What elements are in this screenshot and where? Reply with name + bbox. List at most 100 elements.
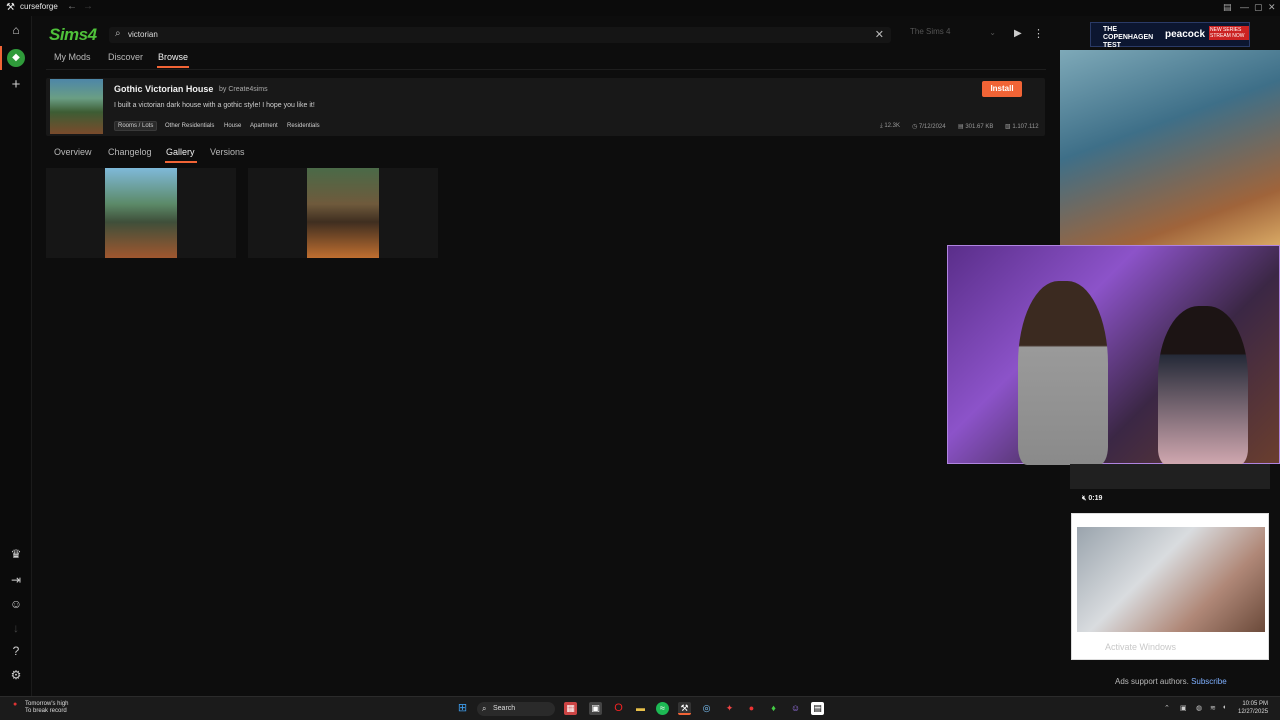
tab-discover[interactable]: Discover	[108, 52, 143, 62]
tab-gallery[interactable]: Gallery	[166, 147, 195, 157]
search-icon: ⌕	[115, 28, 121, 39]
download-count: ⤓ 12.3K	[880, 123, 901, 129]
active-indicator	[0, 46, 2, 70]
tab-my-mods[interactable]: My Mods	[54, 52, 91, 62]
system-clock[interactable]: 10:05 PM 12/27/2025	[1238, 700, 1268, 716]
gallery-image[interactable]	[307, 168, 379, 258]
discord-taskbar-icon[interactable]: ☺	[789, 702, 802, 715]
gallery-image[interactable]	[105, 168, 177, 258]
clear-search-icon[interactable]: ✕	[875, 28, 884, 41]
volume-icon[interactable]: ◖	[1222, 704, 1226, 711]
sims4-logo: Sims4	[49, 25, 97, 44]
taskbar-search[interactable]: ⌕ Search	[477, 702, 555, 716]
mute-icon[interactable]: 🔇︎	[1082, 495, 1086, 502]
clock-time: 10:05 PM	[1242, 701, 1269, 707]
minimize-button[interactable]: —	[1240, 2, 1249, 12]
weather-alert-icon: ●	[13, 701, 18, 708]
play-icon[interactable]: ▶	[1014, 28, 1022, 39]
clock-date: 12/27/2025	[1238, 709, 1269, 715]
weather-subtitle: To break record	[25, 708, 67, 714]
category-tag[interactable]: Apartment	[247, 121, 281, 131]
tab-changelog[interactable]: Changelog	[108, 147, 152, 157]
search-value: victorian	[128, 30, 158, 39]
app-icon[interactable]: ✦	[723, 702, 736, 715]
mic-icon[interactable]: ◍	[1196, 704, 1202, 712]
project-thumbnail[interactable]	[50, 79, 103, 134]
tab-browse[interactable]: Browse	[158, 52, 188, 62]
left-rail: ⌂ ◆ + ♛ ⇥ ☺ ↓ ? ⚙	[0, 16, 32, 696]
tab-versions[interactable]: Versions	[210, 147, 245, 157]
app-icon[interactable]: ▤	[811, 702, 824, 715]
crown-icon[interactable]: ♛	[8, 546, 24, 562]
title-bar: ⚒ curseforge ← → ▤ — ▢ ✕	[0, 0, 1280, 16]
video-time-value: 0:19	[1088, 495, 1103, 502]
tray-chevron-icon[interactable]: ⌃	[1164, 704, 1170, 712]
close-button[interactable]: ✕	[1268, 2, 1276, 13]
app-icon[interactable]: ▣	[589, 702, 602, 715]
app-icon[interactable]: ●	[745, 702, 758, 715]
curseforge-taskbar-icon[interactable]: ⚒	[678, 702, 691, 715]
download-count-value: 12.3K	[884, 123, 901, 129]
forward-arrow-icon[interactable]: →	[83, 1, 93, 12]
maximize-button[interactable]: ▢	[1254, 2, 1263, 13]
taskbar-search-label: Search	[493, 705, 516, 712]
ads-support-label: Ads support authors.	[1115, 677, 1189, 686]
search-input[interactable]: ⌕ victorian ✕	[109, 27, 891, 43]
subscribe-link[interactable]: Subscribe	[1191, 677, 1227, 686]
chevron-down-icon: ⌄	[989, 28, 996, 37]
discord-icon[interactable]: ☺	[8, 596, 24, 612]
windows-taskbar: ● Tomorrow's high To break record ⊞ ⌕ Se…	[0, 696, 1280, 720]
project-description: I built a victorian dark house with a go…	[114, 102, 315, 109]
category-tag[interactable]: Residentials	[284, 121, 323, 131]
app-icon[interactable]: ▦	[564, 702, 577, 715]
game-select-label: The Sims 4	[910, 27, 951, 36]
guest-person	[1158, 306, 1248, 465]
streamer-person	[1018, 281, 1108, 465]
ad-scene-image	[1060, 50, 1280, 245]
weather-title: Tomorrow's high	[25, 701, 69, 707]
login-icon[interactable]: ⇥	[8, 572, 24, 588]
ad-title: THE COPENHAGEN TEST	[1103, 26, 1154, 49]
ad-badge: NEW SERIES STREAM NOW	[1209, 26, 1249, 40]
project-title[interactable]: Gothic Victorian House	[114, 84, 213, 94]
gallery-item[interactable]	[248, 168, 438, 258]
file-size: ▤ 301.67 KB	[958, 124, 994, 130]
tab-active-underline	[157, 66, 189, 68]
back-arrow-icon[interactable]: ←	[67, 1, 77, 12]
tab-overview[interactable]: Overview	[54, 147, 92, 157]
webcam-overlay	[947, 245, 1280, 465]
windows-start-icon[interactable]: ⊞	[456, 702, 469, 715]
opera-icon[interactable]: O	[612, 702, 625, 715]
category-tag[interactable]: Rooms / Lots	[114, 121, 158, 131]
ads-support-text: Ads support authors. Subscribe	[1115, 677, 1227, 686]
help-icon[interactable]: ?	[8, 643, 24, 659]
right-panel: THE COPENHAGEN TEST peacock NEW SERIES S…	[947, 16, 1280, 696]
video-ad[interactable]: Activate Windows	[1071, 513, 1269, 660]
spotify-icon[interactable]: ≈	[656, 702, 669, 715]
home-icon[interactable]: ⌂	[8, 22, 24, 38]
tray-icon[interactable]: ▣	[1180, 704, 1187, 712]
install-button[interactable]: Install	[982, 81, 1022, 97]
project-author[interactable]: by Create4sims	[219, 86, 268, 93]
sims-taskbar-icon[interactable]: ♦	[767, 702, 780, 715]
file-explorer-icon[interactable]: ▬	[634, 702, 647, 715]
main-area: Sims4 ⌕ victorian ✕ The Sims 4 ⌄ ▶ ⋮ My …	[33, 16, 1060, 696]
ad-banner[interactable]: THE COPENHAGEN TEST peacock NEW SERIES S…	[1090, 22, 1250, 49]
video-ad-image[interactable]	[1077, 527, 1265, 632]
steam-icon[interactable]: ◎	[700, 702, 713, 715]
game-select[interactable]: The Sims 4 ⌄	[910, 27, 1002, 43]
add-game-icon[interactable]: +	[8, 77, 24, 93]
sims4-game-icon[interactable]: ◆	[7, 49, 25, 67]
download-icon[interactable]: ↓	[8, 620, 24, 636]
category-tag[interactable]: Other Residentials	[162, 121, 217, 131]
settings-gear-icon[interactable]: ⚙	[8, 667, 24, 683]
category-tag[interactable]: House	[221, 121, 244, 131]
game-version: ▧ 1.107.112	[1005, 124, 1039, 130]
menu-icon[interactable]: ▤	[1223, 2, 1232, 13]
tab-active-underline	[165, 161, 197, 163]
gallery-item[interactable]	[46, 168, 236, 258]
ad-brand: peacock	[1165, 29, 1206, 40]
more-options-icon[interactable]: ⋮	[1033, 27, 1044, 40]
wifi-icon[interactable]: ≋	[1210, 704, 1216, 712]
video-timer[interactable]: 🔇︎ 0:19	[1082, 495, 1102, 503]
